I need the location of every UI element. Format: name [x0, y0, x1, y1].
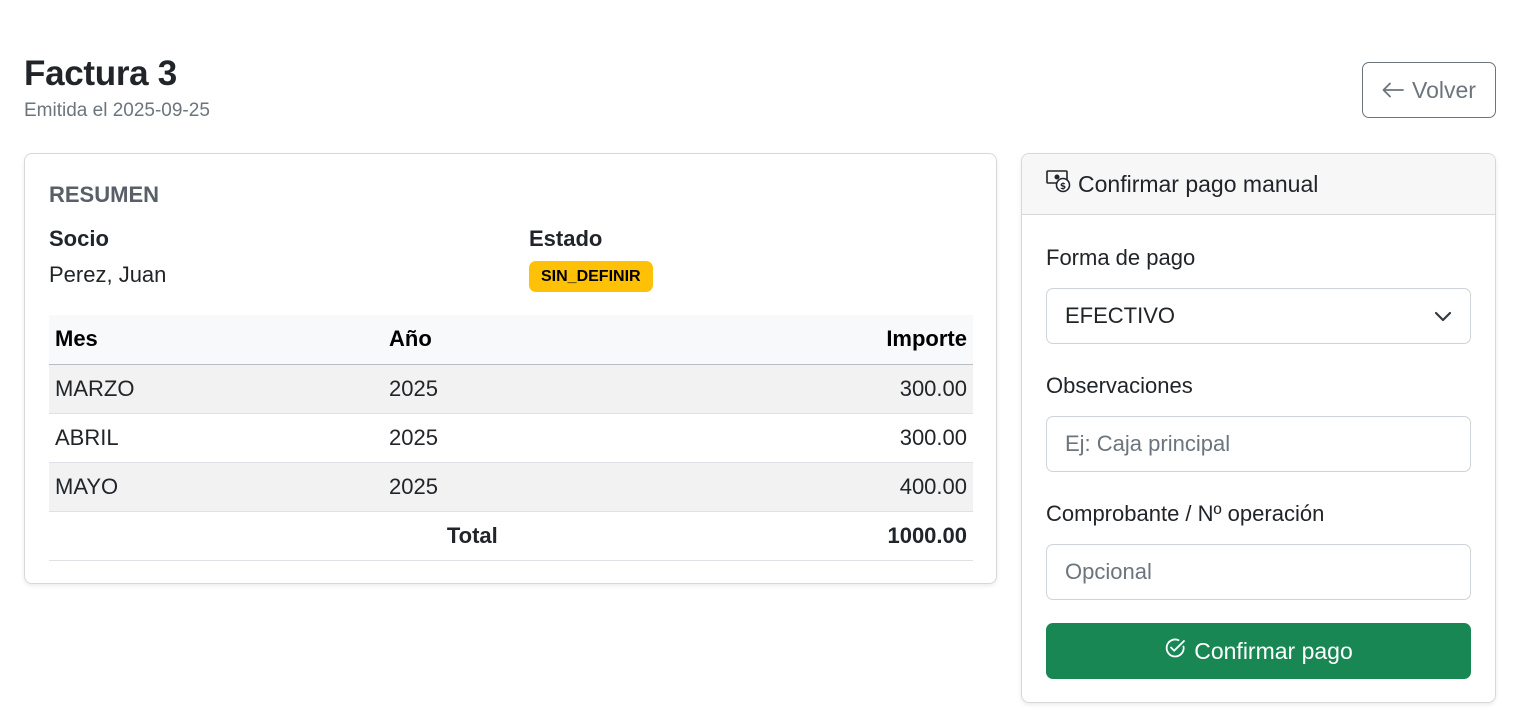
table-row: MARZO 2025 300.00 [49, 364, 973, 413]
observaciones-field-wrapper [1046, 416, 1471, 472]
invoice-table: Mes Año Importe MARZO 2025 300.00 ABRIL … [49, 315, 973, 561]
cell-anio: 2025 [389, 424, 438, 450]
cell-mes: MARZO [55, 375, 135, 401]
table-row: MAYO 2025 400.00 [49, 462, 973, 511]
column-header-mes: Mes [55, 326, 98, 352]
column-header-anio: Año [389, 326, 432, 352]
socio-value: Perez, Juan [49, 262, 167, 287]
total-value: 1000.00 [867, 511, 973, 561]
comprobante-label: Comprobante / Nº operación [1046, 501, 1325, 526]
page-title: Factura 3 [24, 54, 177, 93]
cell-anio: 2025 [389, 473, 438, 499]
check-circle-icon [1164, 637, 1186, 665]
estado-label: Estado [529, 226, 603, 251]
total-label: Total [383, 511, 868, 561]
table-total-row: Total 1000.00 [49, 511, 973, 561]
back-button-label: Volver [1412, 76, 1476, 103]
forma-pago-select[interactable]: EFECTIVO [1046, 288, 1471, 344]
summary-heading: RESUMEN [49, 182, 160, 207]
payment-card-title: Confirmar pago manual [1078, 170, 1319, 197]
payment-card-header: $ Confirmar pago manual [1022, 154, 1495, 215]
payment-card: $ Confirmar pago manual Forma de pago EF… [1021, 153, 1496, 703]
comprobante-field-wrapper [1046, 544, 1471, 600]
observaciones-input[interactable] [1065, 431, 1452, 457]
svg-text:$: $ [1060, 182, 1066, 192]
cell-mes: MAYO [55, 473, 119, 499]
confirm-payment-label: Confirmar pago [1194, 637, 1353, 664]
cell-importe: 300.00 [899, 375, 967, 401]
cell-mes: ABRIL [55, 424, 119, 450]
cell-importe: 300.00 [899, 424, 967, 450]
status-badge: SIN_DEFINIR [529, 261, 653, 292]
observaciones-label: Observaciones [1046, 373, 1193, 398]
arrow-left-icon [1382, 77, 1404, 104]
forma-pago-label: Forma de pago [1046, 245, 1196, 270]
page-header: Factura 3 Emitida el 2025-09-25 [24, 52, 210, 122]
cell-anio: 2025 [389, 375, 438, 401]
socio-label: Socio [49, 226, 109, 251]
confirm-payment-button[interactable]: Confirmar pago [1046, 623, 1471, 679]
page-subtitle: Emitida el 2025-09-25 [24, 100, 210, 121]
comprobante-input[interactable] [1065, 559, 1452, 585]
table-header-row: Mes Año Importe [49, 315, 973, 364]
chevron-down-icon [1434, 303, 1452, 329]
cell-importe: 400.00 [899, 473, 967, 499]
summary-card: RESUMEN Socio Perez, Juan Estado SIN_DEF… [24, 153, 997, 584]
table-row: ABRIL 2025 300.00 [49, 413, 973, 462]
back-button[interactable]: Volver [1362, 62, 1496, 118]
forma-pago-value: EFECTIVO [1065, 303, 1176, 328]
column-header-importe: Importe [886, 326, 967, 352]
cash-coin-icon: $ [1046, 169, 1072, 199]
